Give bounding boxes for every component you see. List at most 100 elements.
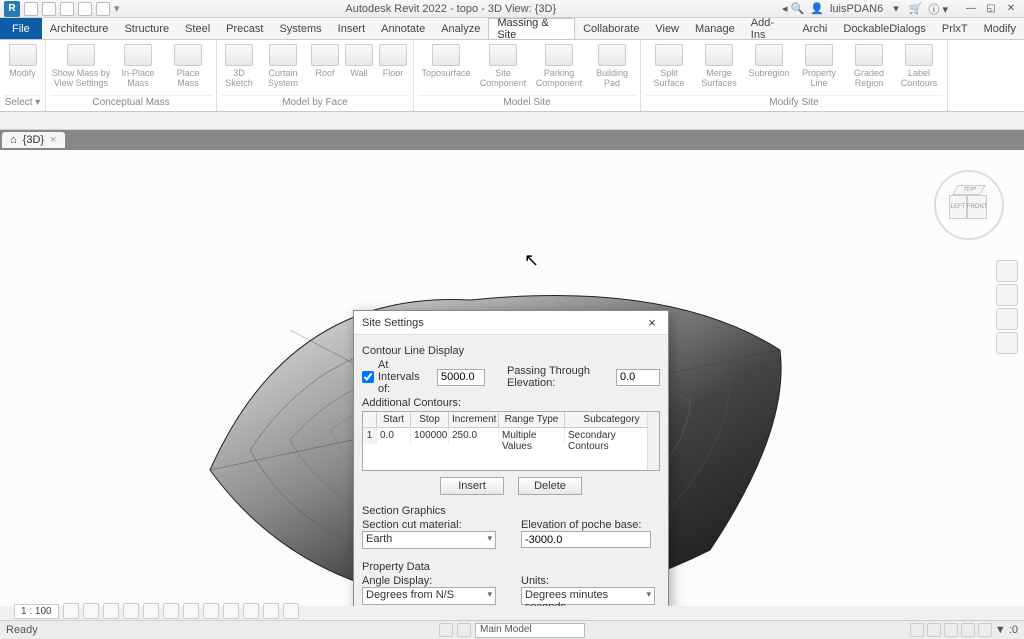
wall-button[interactable]: Wall <box>343 42 375 80</box>
restore-button[interactable]: ◱ <box>982 2 1000 16</box>
inplace-mass-button[interactable]: In-Place Mass <box>114 42 162 90</box>
signin-icon[interactable]: 👤 <box>810 2 824 15</box>
reveal-constraints-icon[interactable] <box>283 603 299 619</box>
merge-surfaces-button[interactable]: Merge Surfaces <box>695 42 743 90</box>
filter-icon[interactable]: ▼ <box>995 624 1006 636</box>
tab-precast[interactable]: Precast <box>218 18 271 39</box>
poche-input[interactable] <box>521 531 651 548</box>
help-icon[interactable]: ⓘ ▾ <box>928 1 948 17</box>
select-pinned-icon[interactable] <box>944 623 958 637</box>
dialog-close-icon[interactable]: × <box>644 315 660 331</box>
property-line-button[interactable]: Property Line <box>795 42 843 90</box>
search-icon[interactable]: ◂ 🔍 <box>782 2 804 15</box>
minimize-button[interactable]: — <box>962 2 980 16</box>
navbar-zoom-icon[interactable] <box>996 308 1018 330</box>
drag-elements-icon[interactable] <box>978 623 992 637</box>
3d-sketch-button[interactable]: 3D Sketch <box>221 42 257 90</box>
tab-insert[interactable]: Insert <box>330 18 374 39</box>
crop-view-icon[interactable] <box>163 603 179 619</box>
workset-selector[interactable]: Main Model <box>475 623 585 638</box>
col-subcategory[interactable]: Subcategory <box>565 412 659 428</box>
tab-annotate[interactable]: Annotate <box>373 18 433 39</box>
table-scrollbar[interactable] <box>647 412 659 470</box>
tab-steel[interactable]: Steel <box>177 18 218 39</box>
tab-view[interactable]: View <box>647 18 687 39</box>
delete-button[interactable]: Delete <box>518 477 582 495</box>
tab-massing-site[interactable]: Massing & Site <box>488 18 575 39</box>
navbar-wheel-icon[interactable] <box>996 260 1018 282</box>
tab-archi[interactable]: Archi <box>794 18 835 39</box>
tab-modify[interactable]: Modify <box>976 18 1024 39</box>
visual-style-icon[interactable] <box>83 603 99 619</box>
insert-button[interactable]: Insert <box>440 477 504 495</box>
site-component-button[interactable]: Site Component <box>476 42 530 90</box>
additional-contours-table[interactable]: Start Stop Increment Range Type Subcateg… <box>362 411 660 471</box>
angle-display-select[interactable]: Degrees from N/S <box>362 587 496 605</box>
shadows-icon[interactable] <box>123 603 139 619</box>
scale-selector[interactable]: 1 : 100 <box>14 604 59 619</box>
viewcube-left[interactable]: LEFT <box>949 195 967 219</box>
workset-icon[interactable] <box>439 623 453 637</box>
view-canvas[interactable]: TOP LEFT FRONT ↖ Site Settings × Contour… <box>0 150 1024 606</box>
reveal-hidden-icon[interactable] <box>243 603 259 619</box>
editreq-icon[interactable] <box>457 623 471 637</box>
select-underlay-icon[interactable] <box>927 623 941 637</box>
toposurface-button[interactable]: Toposurface <box>418 42 474 80</box>
qat-redo-icon[interactable] <box>78 2 92 16</box>
tab-addins[interactable]: Add-Ins <box>743 18 795 39</box>
sun-path-icon[interactable] <box>103 603 119 619</box>
roof-button[interactable]: Roof <box>309 42 341 80</box>
at-intervals-checkbox[interactable] <box>362 371 374 383</box>
building-pad-button[interactable]: Building Pad <box>588 42 636 90</box>
cut-material-select[interactable]: Earth <box>362 531 496 549</box>
detail-level-icon[interactable] <box>63 603 79 619</box>
subregion-button[interactable]: Subregion <box>745 42 793 80</box>
label-contours-button[interactable]: Label Contours <box>895 42 943 90</box>
tab-manage[interactable]: Manage <box>687 18 743 39</box>
qat-print-icon[interactable] <box>96 2 110 16</box>
select-face-icon[interactable] <box>961 623 975 637</box>
tab-collaborate[interactable]: Collaborate <box>575 18 647 39</box>
curtain-system-button[interactable]: Curtain System <box>259 42 307 90</box>
doc-tab-close-icon[interactable]: × <box>50 134 56 146</box>
viewcube-front[interactable]: FRONT <box>967 195 987 219</box>
view-cube[interactable]: TOP LEFT FRONT <box>934 170 1004 240</box>
modify-button[interactable]: Modify <box>4 42 41 80</box>
show-mass-button[interactable]: Show Mass by View Settings <box>50 42 112 90</box>
select-links-icon[interactable] <box>910 623 924 637</box>
place-mass-button[interactable]: Place Mass <box>164 42 212 90</box>
analytical-icon[interactable] <box>263 603 279 619</box>
tab-prlxt[interactable]: PrlxT <box>934 18 976 39</box>
qat-undo-icon[interactable] <box>60 2 74 16</box>
units-select[interactable]: Degrees minutes seconds <box>521 587 655 605</box>
tab-systems[interactable]: Systems <box>271 18 329 39</box>
navbar-orbit-icon[interactable] <box>996 332 1018 354</box>
appstore-icon[interactable]: 🛒 <box>909 2 923 15</box>
revit-logo-icon[interactable]: R <box>4 1 20 17</box>
tab-dockabledialogs[interactable]: DockableDialogs <box>835 18 934 39</box>
close-button[interactable]: ✕ <box>1002 2 1020 16</box>
qat-save-icon[interactable] <box>42 2 56 16</box>
tab-architecture[interactable]: Architecture <box>42 18 117 39</box>
crop-region-icon[interactable] <box>183 603 199 619</box>
table-row[interactable]: 1 0.0 100000 250.0 Multiple Values Secon… <box>363 428 659 444</box>
viewcube-top[interactable]: TOP <box>952 185 986 195</box>
parking-component-button[interactable]: Parking Component <box>532 42 586 90</box>
tab-structure[interactable]: Structure <box>116 18 177 39</box>
passing-input[interactable] <box>616 369 660 386</box>
user-name[interactable]: luisPDAN6 <box>830 3 883 15</box>
col-increment[interactable]: Increment <box>449 412 499 428</box>
col-range-type[interactable]: Range Type <box>499 412 565 428</box>
qat-open-icon[interactable] <box>24 2 38 16</box>
select-dropdown[interactable]: Select ▾ <box>4 95 41 109</box>
floor-button[interactable]: Floor <box>377 42 409 80</box>
col-start[interactable]: Start <box>377 412 411 428</box>
panel-model-site[interactable]: Model Site <box>418 95 636 109</box>
temp-hide-icon[interactable] <box>223 603 239 619</box>
file-tab[interactable]: File <box>0 18 42 39</box>
rendering-icon[interactable] <box>143 603 159 619</box>
document-tab[interactable]: ⌂ {3D} × <box>2 132 65 148</box>
lock-3d-icon[interactable] <box>203 603 219 619</box>
split-surface-button[interactable]: Split Surface <box>645 42 693 90</box>
col-stop[interactable]: Stop <box>411 412 449 428</box>
